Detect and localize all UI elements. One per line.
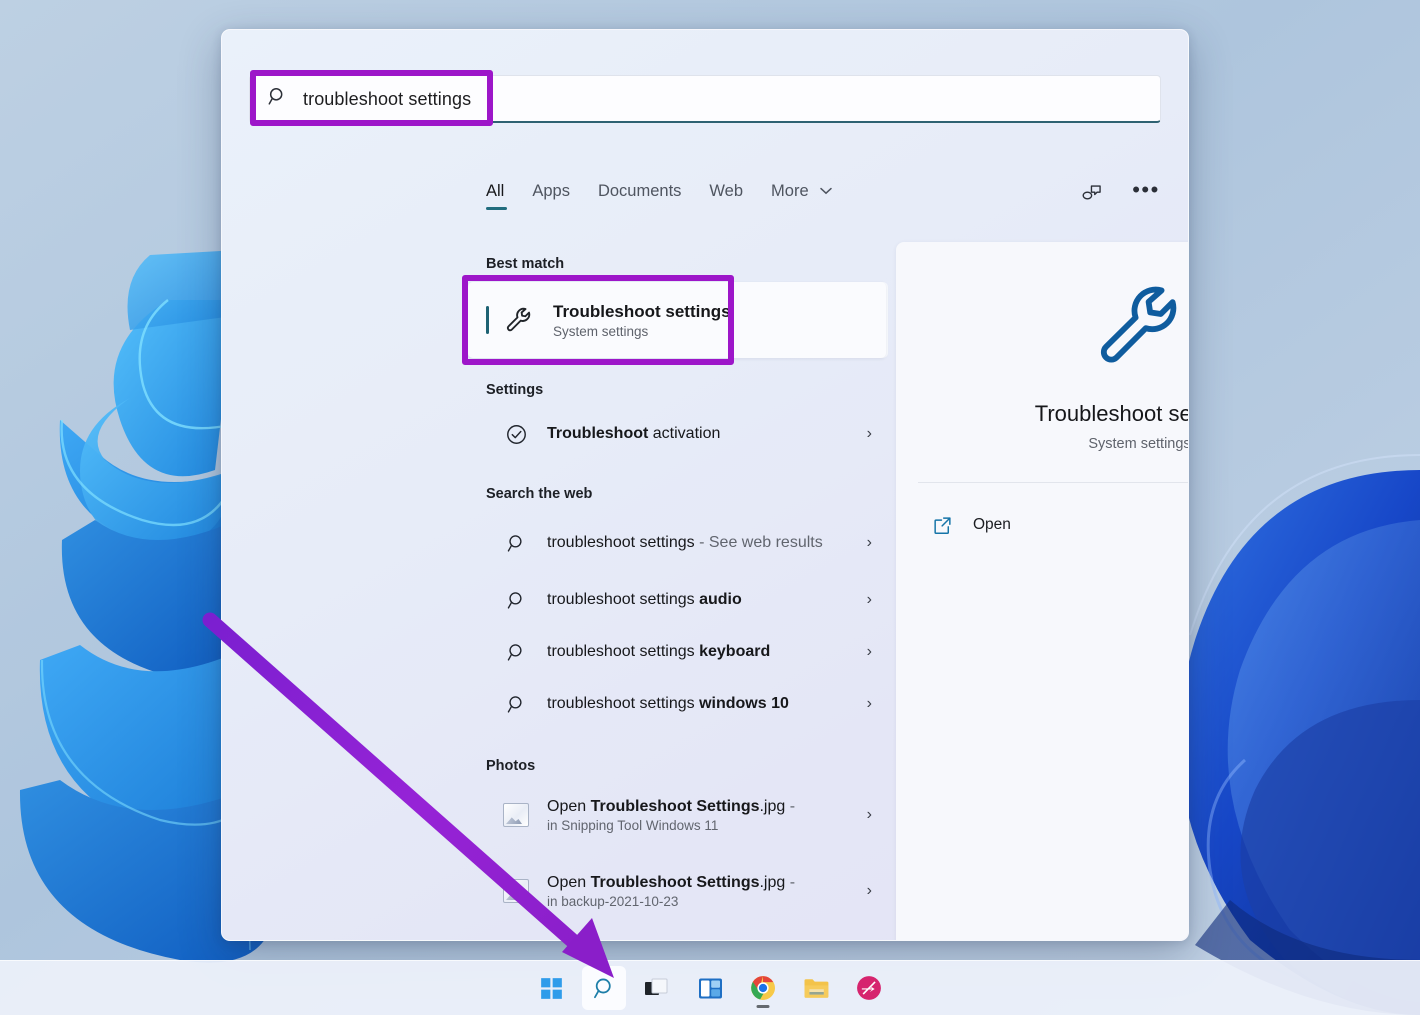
tab-documents-label: Documents: [597, 182, 682, 200]
web-result-bold: audio: [699, 590, 742, 608]
chevron-right-icon: ›: [866, 806, 872, 823]
preview-title: Troubleshoot settings: [1034, 401, 1188, 426]
chevron-right-icon: ›: [866, 882, 872, 899]
photo-prefix: Open: [547, 873, 591, 891]
result-web-audio[interactable]: troubleshoot settings audio ›: [486, 574, 886, 626]
windows-logo-icon: [540, 977, 562, 999]
photo-location: in Snipping Tool Windows 11: [547, 818, 719, 834]
folder-icon: [804, 979, 828, 998]
section-heading-photos: Photos: [486, 758, 536, 774]
photo-ext: .jpg: [759, 797, 786, 815]
search-icon: [593, 978, 611, 998]
open-action-button[interactable]: Open: [912, 503, 1188, 547]
result-title-bold: Troubleshoot: [547, 424, 649, 442]
web-result-query: troubleshoot settings: [547, 533, 695, 551]
preview-divider: [918, 482, 1188, 483]
chevron-right-icon: ›: [866, 534, 872, 551]
result-photo-backup[interactable]: Open Troubleshoot Settings.jpg - in back…: [486, 860, 886, 922]
web-result-prefix: troubleshoot settings: [547, 590, 700, 608]
tab-documents[interactable]: Documents: [598, 182, 681, 210]
result-web-see-results[interactable]: troubleshoot settings - See web results …: [486, 512, 886, 574]
file-explorer-button[interactable]: [794, 966, 838, 1010]
web-result-suffix: - See web results: [694, 533, 823, 551]
photo-name: Troubleshoot Settings: [590, 797, 760, 815]
photo-thumbnail-icon: [502, 877, 530, 905]
result-troubleshoot-activation[interactable]: Troubleshoot activation ›: [486, 408, 886, 460]
search-icon: [502, 529, 530, 557]
windows-search-flyout: troubleshoot settings All Apps Documents…: [221, 29, 1189, 941]
preview-subtitle: System settings: [1088, 436, 1189, 452]
chevron-right-icon: ›: [866, 643, 872, 660]
photo-dash: -: [785, 873, 796, 891]
results-list: Best match Troubleshoot settings System …: [222, 238, 894, 922]
taskbar-search-button[interactable]: [582, 966, 626, 1010]
result-title-rest: activation: [648, 424, 721, 442]
best-match-subtitle: System settings: [553, 324, 649, 340]
open-action-label: Open: [973, 516, 1011, 533]
check-circle-icon: [502, 420, 530, 448]
search-field-row: troubleshoot settings: [249, 75, 1161, 123]
search-icon: [502, 586, 530, 614]
photo-prefix: Open: [547, 797, 591, 815]
photo-dash: -: [785, 797, 796, 815]
chrome-button[interactable]: [741, 966, 785, 1010]
section-heading-best-match: Best match: [486, 256, 565, 272]
search-query-text: troubleshoot settings: [303, 88, 472, 109]
chevron-right-icon: ›: [866, 425, 872, 442]
panel-actions: •••: [1076, 178, 1162, 210]
section-heading-settings: Settings: [486, 382, 544, 398]
task-view-button[interactable]: [635, 966, 679, 1010]
feedback-icon[interactable]: [1076, 178, 1108, 210]
tab-all-label: All: [486, 182, 505, 200]
section-heading-search-the-web: Search the web: [486, 486, 593, 502]
web-result-bold: windows 10: [699, 694, 789, 712]
tab-web[interactable]: Web: [709, 182, 743, 210]
running-indicator: [756, 1005, 770, 1008]
result-web-windows-10[interactable]: troubleshoot settings windows 10 ›: [486, 678, 886, 730]
desktop: troubleshoot settings All Apps Documents…: [0, 0, 1420, 1015]
tab-more-label: More: [771, 182, 809, 200]
taskbar: [0, 960, 1420, 1015]
web-result-bold: keyboard: [699, 642, 771, 660]
chevron-right-icon: ›: [866, 695, 872, 712]
photo-location: in backup-2021-10-23: [547, 894, 679, 910]
wrench-icon: [502, 305, 536, 335]
search-icon: [502, 638, 530, 666]
best-match-title: Troubleshoot settings: [553, 301, 731, 321]
photo-ext: .jpg: [759, 873, 786, 891]
photo-name: Troubleshoot Settings: [590, 873, 760, 891]
web-result-prefix: troubleshoot settings: [547, 694, 700, 712]
app-button[interactable]: [847, 966, 891, 1010]
preview-hero: Troubleshoot settings System settings: [896, 242, 1189, 452]
web-result-prefix: troubleshoot settings: [547, 642, 700, 660]
widgets-icon: [698, 978, 722, 998]
tab-web-label: Web: [709, 182, 744, 200]
tab-all[interactable]: All: [486, 182, 508, 210]
result-web-keyboard[interactable]: troubleshoot settings keyboard ›: [486, 626, 886, 678]
widgets-button[interactable]: [688, 966, 732, 1010]
search-input[interactable]: troubleshoot settings: [249, 75, 1161, 123]
chevron-down-icon: [820, 184, 832, 198]
chevron-right-icon: ›: [866, 591, 872, 608]
start-button[interactable]: [529, 966, 573, 1010]
search-icon: [267, 86, 288, 112]
more-options-icon[interactable]: •••: [1130, 178, 1162, 210]
tab-apps[interactable]: Apps: [532, 182, 570, 210]
open-external-icon: [932, 515, 953, 536]
task-view-icon: [645, 978, 668, 995]
best-match-item[interactable]: Troubleshoot settings System settings: [468, 282, 886, 358]
photo-thumbnail-icon: [502, 801, 530, 829]
search-filter-tabs: All Apps Documents Web More: [486, 182, 832, 210]
pink-app-icon: [857, 976, 881, 1000]
search-icon: [502, 690, 530, 718]
result-photo-snipping-tool[interactable]: Open Troubleshoot Settings.jpg - in Snip…: [486, 784, 886, 846]
preview-pane: Troubleshoot settings System settings Op…: [896, 242, 1189, 940]
wrench-icon: [1092, 278, 1188, 379]
tab-more[interactable]: More: [771, 182, 832, 210]
tab-apps-label: Apps: [532, 182, 570, 200]
chrome-icon: [751, 976, 775, 1000]
